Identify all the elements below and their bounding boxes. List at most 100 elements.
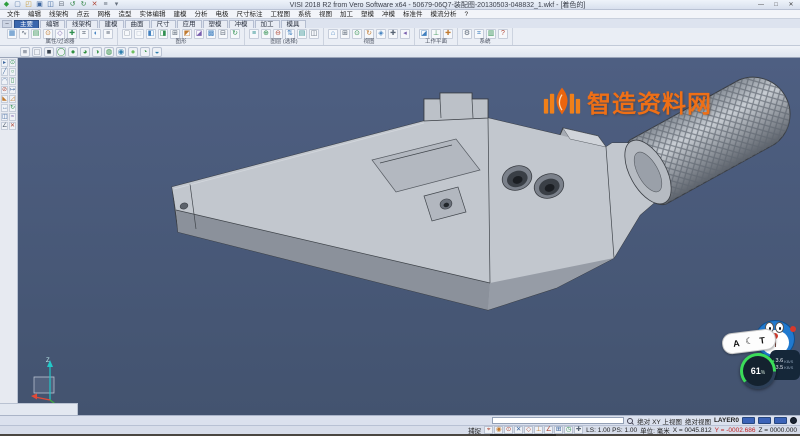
snap-grid-icon[interactable]: ⊞	[554, 426, 563, 434]
snap-midpoint-icon[interactable]: ◉	[494, 426, 503, 434]
extend-tool-icon[interactable]: ↦	[9, 86, 16, 94]
save-all-icon[interactable]: ◫	[46, 0, 55, 9]
halfshade-sphere-icon[interactable]: ◑	[92, 47, 102, 57]
shaded-edges-sphere-icon[interactable]: ◕	[80, 47, 90, 57]
shaded-sphere-icon[interactable]: ●	[68, 47, 78, 57]
snap-perpendicular-icon[interactable]: ⊥	[534, 426, 543, 434]
home-view-icon[interactable]: ⌂	[328, 29, 338, 39]
performance-gauge[interactable]: 61%	[740, 353, 776, 389]
layer-copy-icon[interactable]: ◫	[309, 29, 319, 39]
dotted-sphere-icon[interactable]: ◍	[104, 47, 114, 57]
ime-mode-icon[interactable]: ☾	[745, 335, 754, 347]
menu-item[interactable]: 网格	[94, 10, 115, 19]
select-tool-icon[interactable]: ▸	[1, 59, 8, 67]
viewbar-menu-icon[interactable]: ≡	[20, 47, 30, 57]
menu-item[interactable]: 造型	[115, 10, 136, 19]
workplane-origin-icon[interactable]: ✚	[443, 29, 453, 39]
element-color-icon[interactable]: ▦	[7, 29, 17, 39]
rectangle-tool-icon[interactable]: ▯	[9, 77, 16, 85]
ime-lang-icon[interactable]: A	[732, 338, 740, 349]
blank-toggle-icon[interactable]: ⊟	[218, 29, 228, 39]
menu-item[interactable]: 塑模	[357, 10, 378, 19]
menu-item[interactable]: 工程图	[267, 10, 295, 19]
help-icon[interactable]: ?	[498, 29, 508, 39]
arc-tool-icon[interactable]: ◠	[1, 77, 8, 85]
snap-endpoint-icon[interactable]: ⌖	[484, 426, 493, 434]
coordinate-input[interactable]	[492, 417, 624, 424]
light-sphere-icon[interactable]: ●	[128, 47, 138, 57]
redo-icon[interactable]: ↻	[79, 0, 88, 9]
tab-modeling[interactable]: 建模	[99, 20, 124, 28]
delete-tool-icon[interactable]: ✕	[9, 122, 16, 130]
background-color-button[interactable]	[790, 417, 797, 424]
menu-item[interactable]: 点云	[73, 10, 94, 19]
zoom-fit-icon[interactable]: ⊙	[352, 29, 362, 39]
tab-main[interactable]: 主要	[14, 20, 39, 28]
tab-mould[interactable]: 塑模	[203, 20, 228, 28]
workplane-align-icon[interactable]: ⊥	[431, 29, 441, 39]
geometry-filter-icon[interactable]: ◇	[55, 29, 65, 39]
add-filter-icon[interactable]: ✚	[67, 29, 77, 39]
tab-surface[interactable]: 曲面	[125, 20, 150, 28]
menu-item[interactable]: 电极	[212, 10, 233, 19]
circle-tool-icon[interactable]: ○	[9, 68, 16, 76]
menu-item[interactable]: 加工	[336, 10, 357, 19]
snap-timer-icon[interactable]: ◷	[564, 426, 573, 434]
menu-item[interactable]: 编辑	[24, 10, 45, 19]
model-body[interactable]	[172, 93, 662, 310]
tab-dimension[interactable]: 尺寸	[151, 20, 176, 28]
display-settings-icon[interactable]: ▥	[486, 29, 496, 39]
menu-item[interactable]: 分析	[191, 10, 212, 19]
mirror-tool-icon[interactable]: ◫	[1, 113, 8, 121]
hidden-line-icon[interactable]: ⊞	[170, 29, 180, 39]
menu-item[interactable]: 文件	[3, 10, 24, 19]
workplane-grid-icon[interactable]: ✚	[574, 426, 583, 434]
pan-view-icon[interactable]: ✚	[388, 29, 398, 39]
open-file-icon[interactable]: ◰	[24, 0, 33, 9]
page-dark-icon[interactable]: ■	[44, 47, 54, 57]
3d-viewport[interactable]: Z 智造资料网	[18, 58, 800, 415]
blue-sphere-icon[interactable]: ◉	[116, 47, 126, 57]
highlight-icon[interactable]: ◩	[182, 29, 192, 39]
snap-angle-icon[interactable]: ∠	[544, 426, 553, 434]
ime-skin-icon[interactable]: T	[759, 335, 766, 346]
rotate-tool-icon[interactable]: ↻	[9, 104, 16, 112]
color-swatch-button[interactable]	[758, 417, 771, 424]
quarter-sphere-icon[interactable]: ◔	[140, 47, 150, 57]
maximize-button[interactable]: □	[769, 0, 783, 9]
tab-machining[interactable]: 加工	[255, 20, 280, 28]
menu-item[interactable]: 系统	[294, 10, 315, 19]
redraw-icon[interactable]: ↻	[230, 29, 240, 39]
grid-filter-icon[interactable]: ⌗	[79, 29, 89, 39]
color-swatch-button[interactable]	[774, 417, 787, 424]
snap-quadrant-icon[interactable]: ◇	[524, 426, 533, 434]
model-top-face[interactable]	[172, 118, 662, 288]
tab-wireframe[interactable]: 线架构	[66, 20, 98, 28]
wireframe-display-icon[interactable]: ◧	[146, 29, 156, 39]
snap-center-icon[interactable]: ⊙	[504, 426, 513, 434]
close-button[interactable]: ✕	[784, 0, 798, 9]
menu-item[interactable]: 模流分析	[427, 10, 461, 19]
filter-list-icon[interactable]: ≡	[103, 29, 113, 39]
ribbon-collapse-icon[interactable]: –	[2, 20, 12, 28]
trim-tool-icon[interactable]: ⊘	[1, 86, 8, 94]
iso-view-icon[interactable]: ◈	[376, 29, 386, 39]
line-tool-icon[interactable]: ╱	[1, 68, 8, 76]
magnifier-icon[interactable]	[627, 418, 633, 424]
line-style-icon[interactable]: ∿	[19, 29, 29, 39]
layer-remove-icon[interactable]: ⊖	[273, 29, 283, 39]
macro-icon[interactable]: ≡	[101, 0, 110, 9]
menu-item[interactable]: 线架构	[45, 10, 73, 19]
undo-icon[interactable]: ↺	[68, 0, 77, 9]
grid-settings-icon[interactable]: ⌗	[474, 29, 484, 39]
view-mode-status[interactable]: 绝对视图	[685, 416, 711, 426]
shading-filter-icon[interactable]: ◐	[91, 29, 101, 39]
offset-tool-icon[interactable]: ≈	[9, 113, 16, 121]
move-tool-icon[interactable]: ↔	[1, 104, 8, 112]
chamfer-tool-icon[interactable]: ◿	[9, 95, 16, 103]
menu-item[interactable]: 实体编辑	[136, 10, 170, 19]
tab-application[interactable]: 应用	[177, 20, 202, 28]
point-tool-icon[interactable]: ⊙	[9, 59, 16, 67]
active-layer-status[interactable]: LAYER0	[714, 417, 739, 424]
bottom-sphere-icon[interactable]: ◒	[152, 47, 162, 57]
